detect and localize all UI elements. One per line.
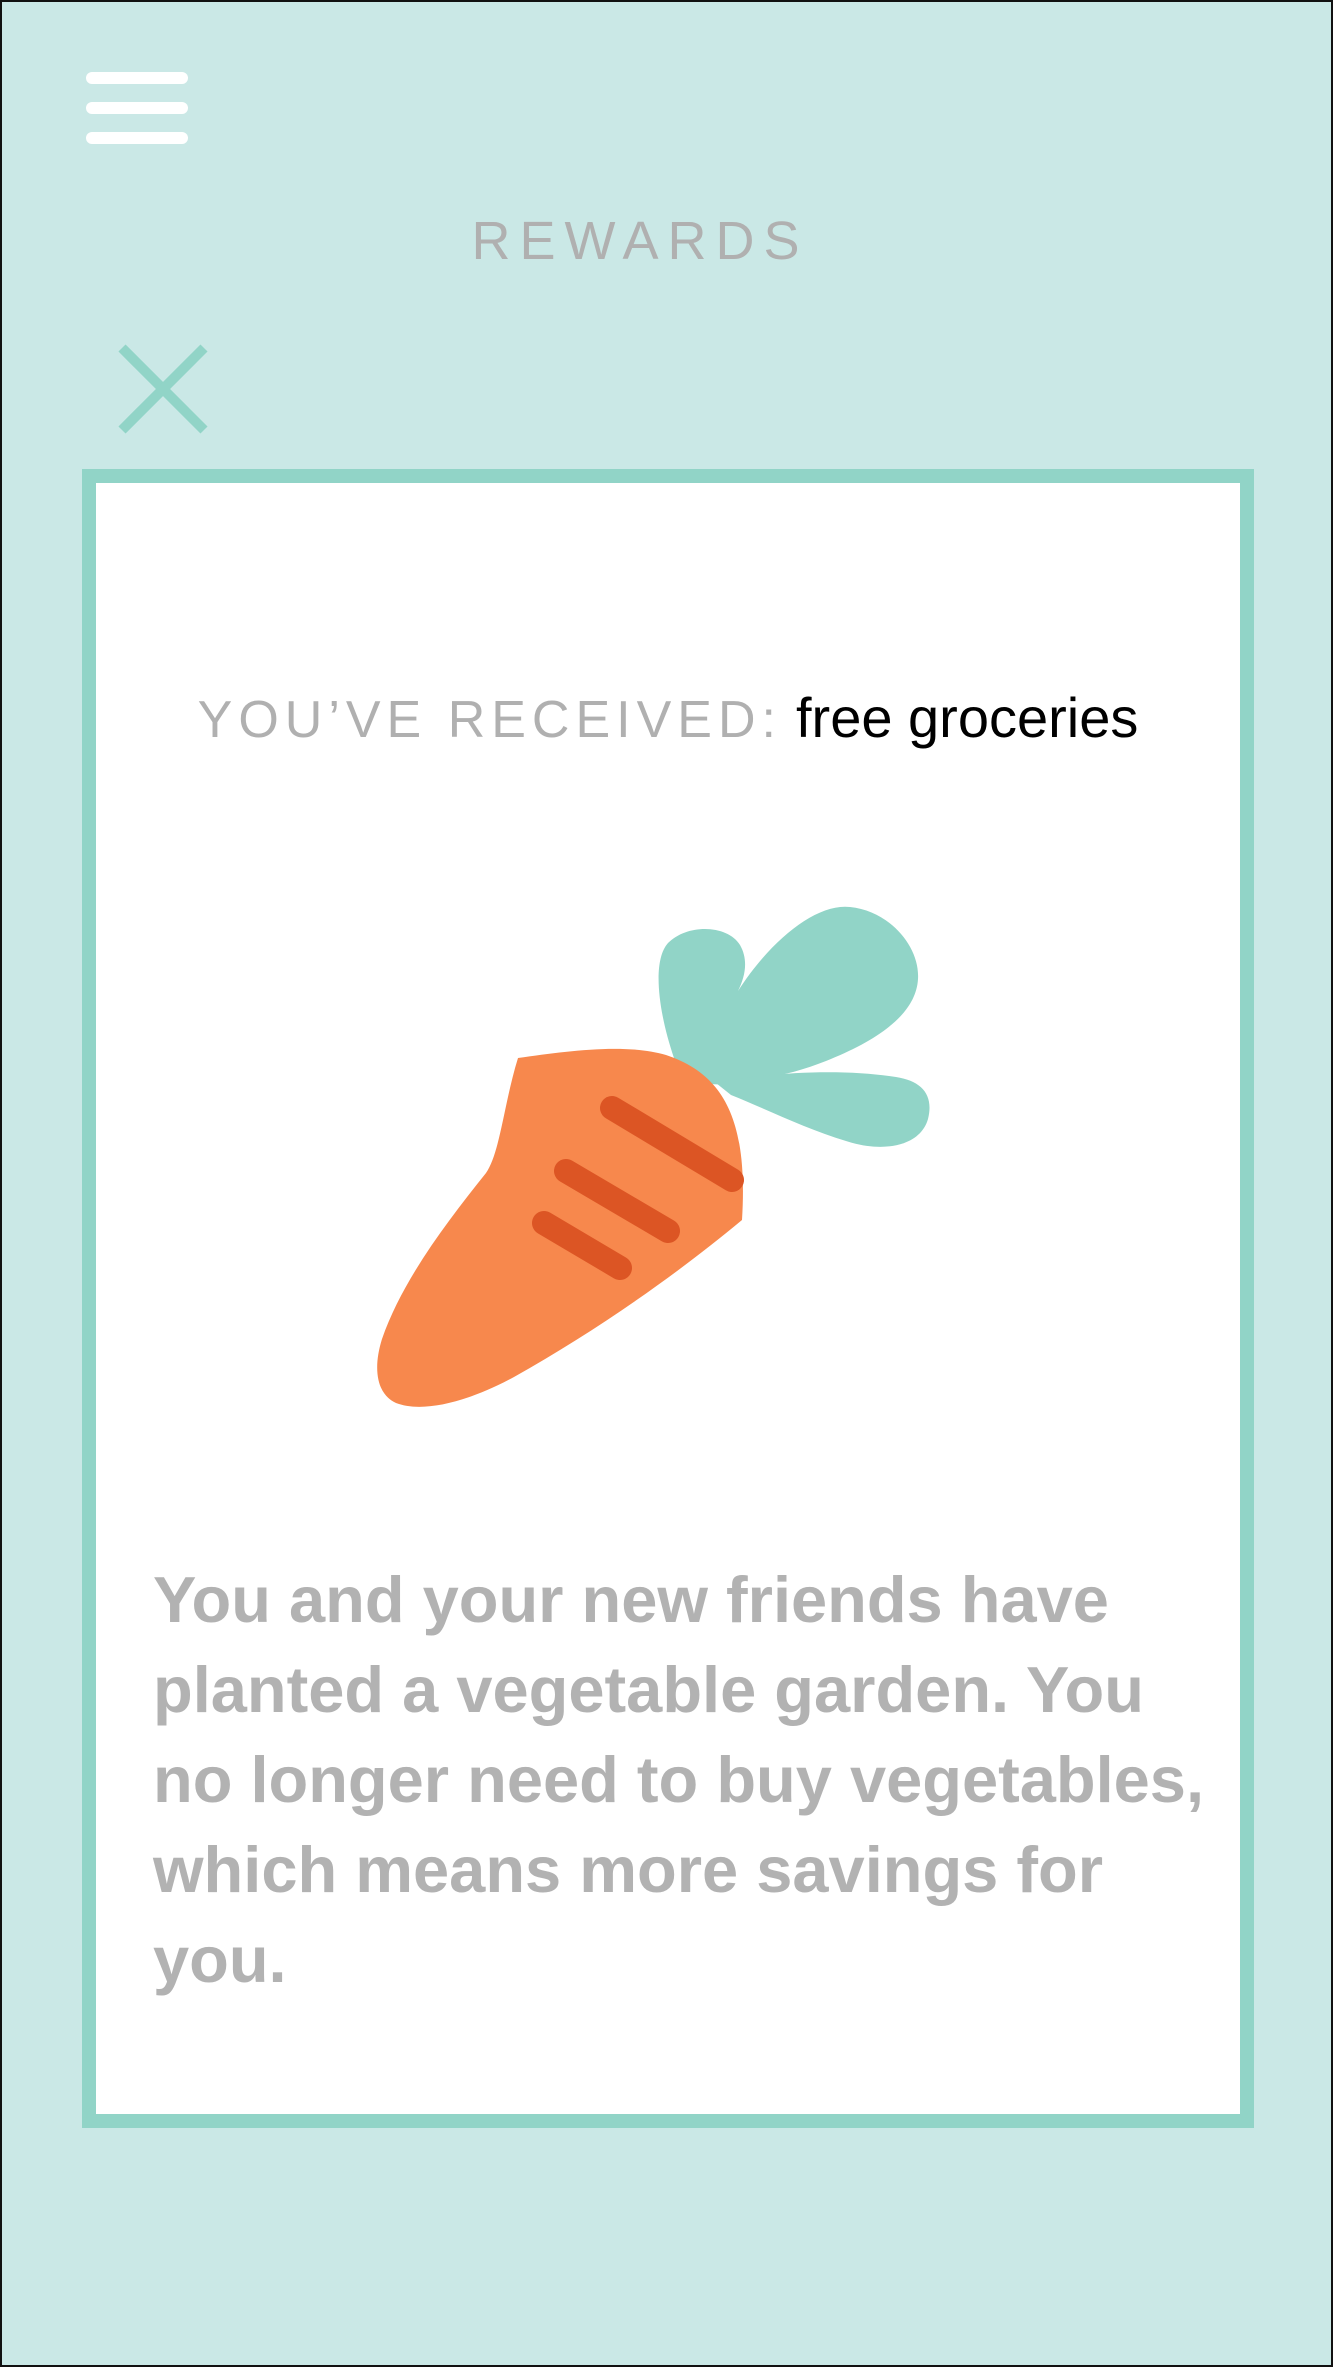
reward-card: YOU’VE RECEIVED: free groceries You and y… (82, 469, 1254, 2128)
hamburger-bar (86, 102, 188, 114)
carrot-leaf (716, 1072, 930, 1147)
close-icon (118, 344, 208, 434)
received-line: YOU’VE RECEIVED: free groceries (96, 685, 1240, 750)
carrot-leaf (658, 906, 919, 1085)
hamburger-bar (86, 132, 188, 144)
carrot-icon (377, 906, 930, 1407)
close-button[interactable] (116, 342, 210, 436)
reward-message: You and your new friends have planted a … (153, 1563, 1205, 1996)
received-label: YOU’VE RECEIVED: (197, 691, 782, 749)
hamburger-menu-icon[interactable] (86, 72, 188, 144)
reward-name: free groceries (795, 686, 1139, 749)
hamburger-bar (86, 72, 188, 84)
rewards-screen: REWARDS YOU’VE RECEIVED: free groceries Y… (0, 0, 1333, 2367)
page-title: REWARDS (471, 211, 809, 271)
